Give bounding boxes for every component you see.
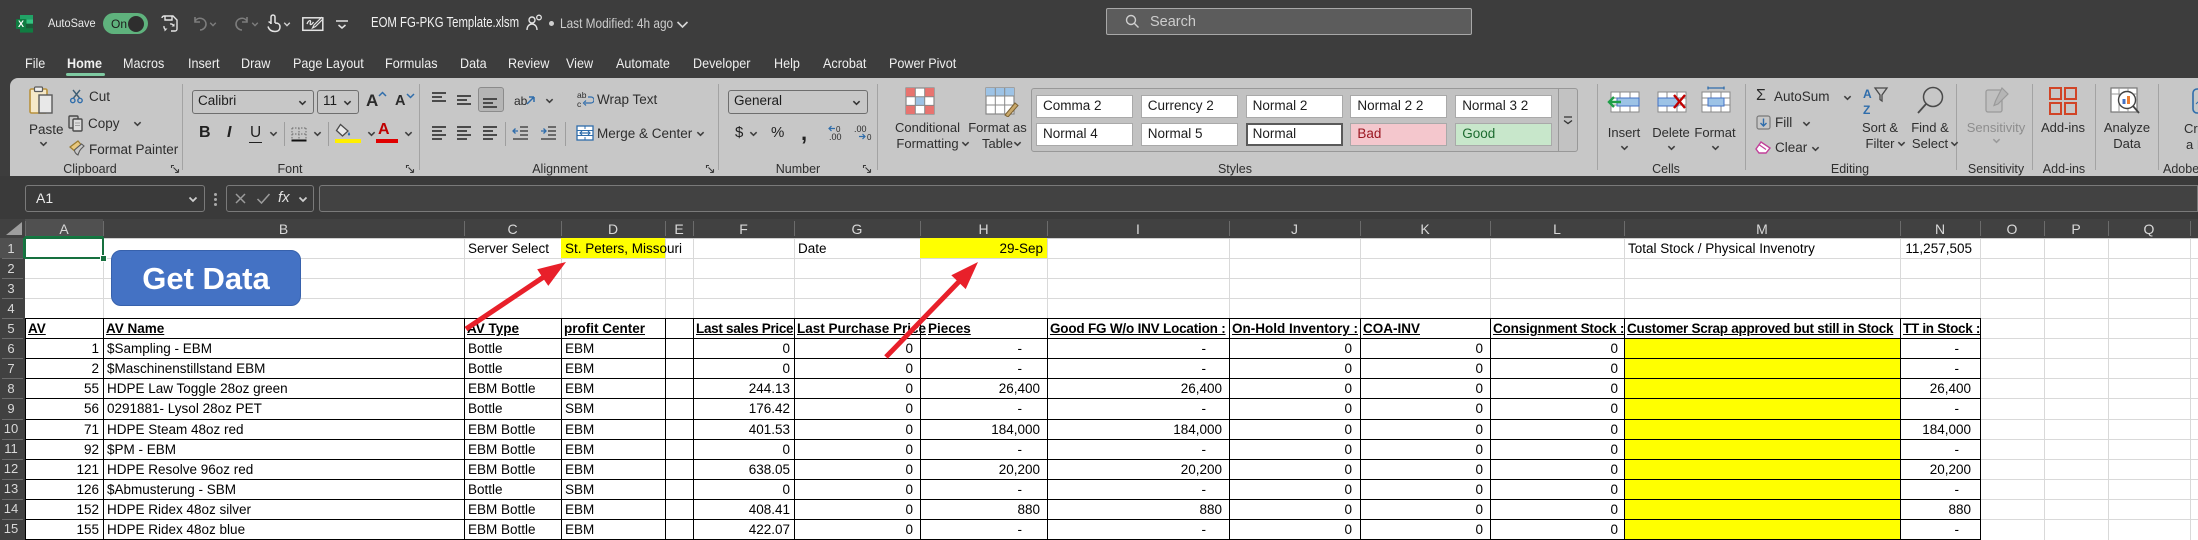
svg-text:.00: .00 [854, 124, 867, 134]
svg-text:0: 0 [867, 133, 872, 141]
svg-text:X: X [18, 19, 24, 29]
svg-text:Z: Z [1863, 103, 1870, 116]
svg-text:A: A [1863, 87, 1872, 101]
svg-text:0: 0 [836, 125, 841, 134]
svg-text:c: c [577, 99, 582, 108]
svg-text:ab: ab [514, 94, 528, 108]
